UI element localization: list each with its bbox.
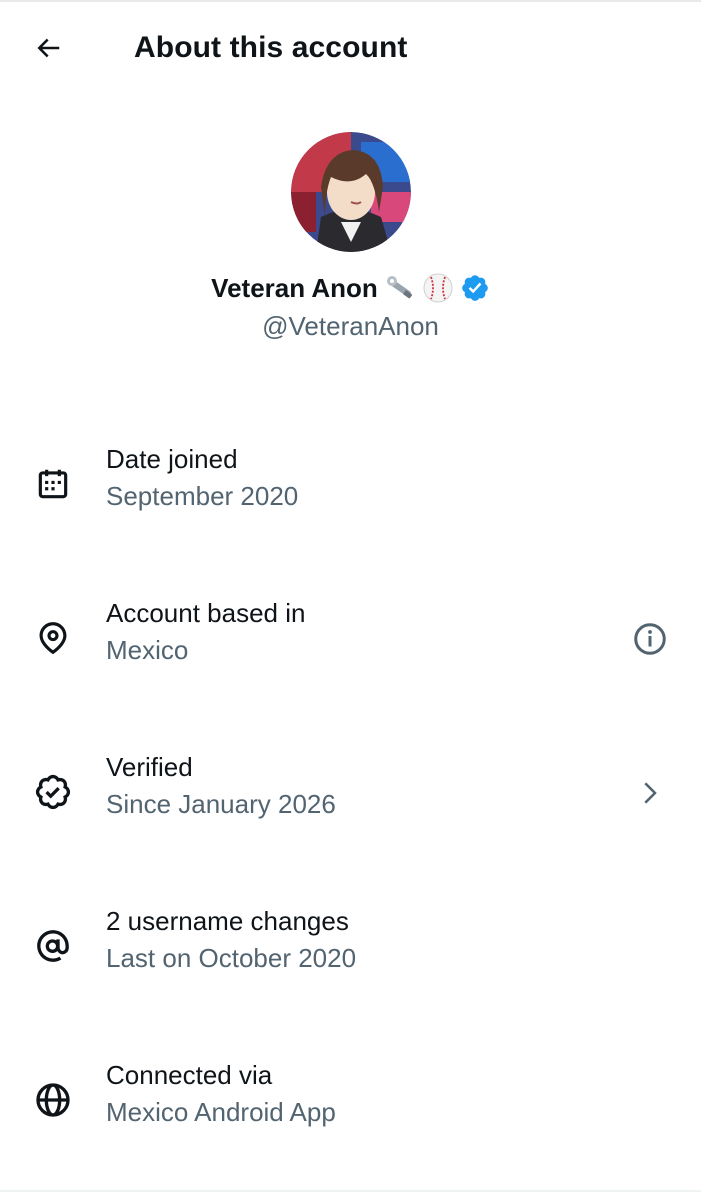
row-username-changes: 2 username changes Last on October 2020 — [0, 903, 701, 993]
wrench-icon — [384, 272, 416, 304]
row-text: Connected via Mexico Android App — [106, 1057, 586, 1130]
row-verified[interactable]: Verified Since January 2026 — [0, 749, 701, 839]
location-pin-icon — [30, 615, 76, 661]
row-date-joined: Date joined September 2020 — [0, 441, 701, 531]
row-text: 2 username changes Last on October 2020 — [106, 903, 586, 976]
page-title: About this account — [134, 31, 408, 64]
globe-icon — [30, 1077, 76, 1123]
avatar[interactable] — [290, 132, 411, 252]
row-text: Verified Since January 2026 — [106, 749, 586, 822]
row-label: 2 username changes — [106, 906, 349, 936]
row-label: Verified — [106, 752, 193, 782]
row-label: Date joined — [106, 444, 238, 474]
row-value: Mexico Android App — [106, 1097, 336, 1127]
info-button[interactable] — [628, 617, 672, 661]
header: About this account — [0, 0, 701, 96]
row-value: Last on October 2020 — [106, 943, 357, 973]
row-connected-via: Connected via Mexico Android App — [0, 1057, 701, 1147]
baseball-icon — [422, 272, 454, 304]
bottom-divider — [0, 1190, 701, 1192]
display-name: Veteran Anon — [211, 273, 378, 303]
row-value: Since January 2026 — [106, 789, 336, 819]
profile-summary: Veteran Anon @VeteranAnon — [0, 132, 701, 344]
handle: @VeteranAnon — [262, 311, 439, 341]
info-icon — [634, 623, 666, 655]
row-value: September 2020 — [106, 481, 299, 511]
row-label: Connected via — [106, 1060, 273, 1090]
at-sign-icon — [30, 923, 76, 969]
verified-badge-icon[interactable] — [460, 273, 490, 303]
row-text: Date joined September 2020 — [106, 441, 586, 514]
row-text: Account based in Mexico — [106, 595, 586, 668]
calendar-icon — [30, 461, 76, 507]
row-value: Mexico — [106, 635, 189, 665]
row-account-based-in: Account based in Mexico — [0, 595, 701, 685]
name-row: Veteran Anon — [0, 270, 701, 306]
arrow-left-icon — [37, 38, 60, 58]
row-label: Account based in — [106, 598, 306, 628]
back-button[interactable] — [26, 28, 70, 68]
chevron-right-icon — [628, 771, 672, 815]
verified-outline-icon — [30, 769, 76, 815]
